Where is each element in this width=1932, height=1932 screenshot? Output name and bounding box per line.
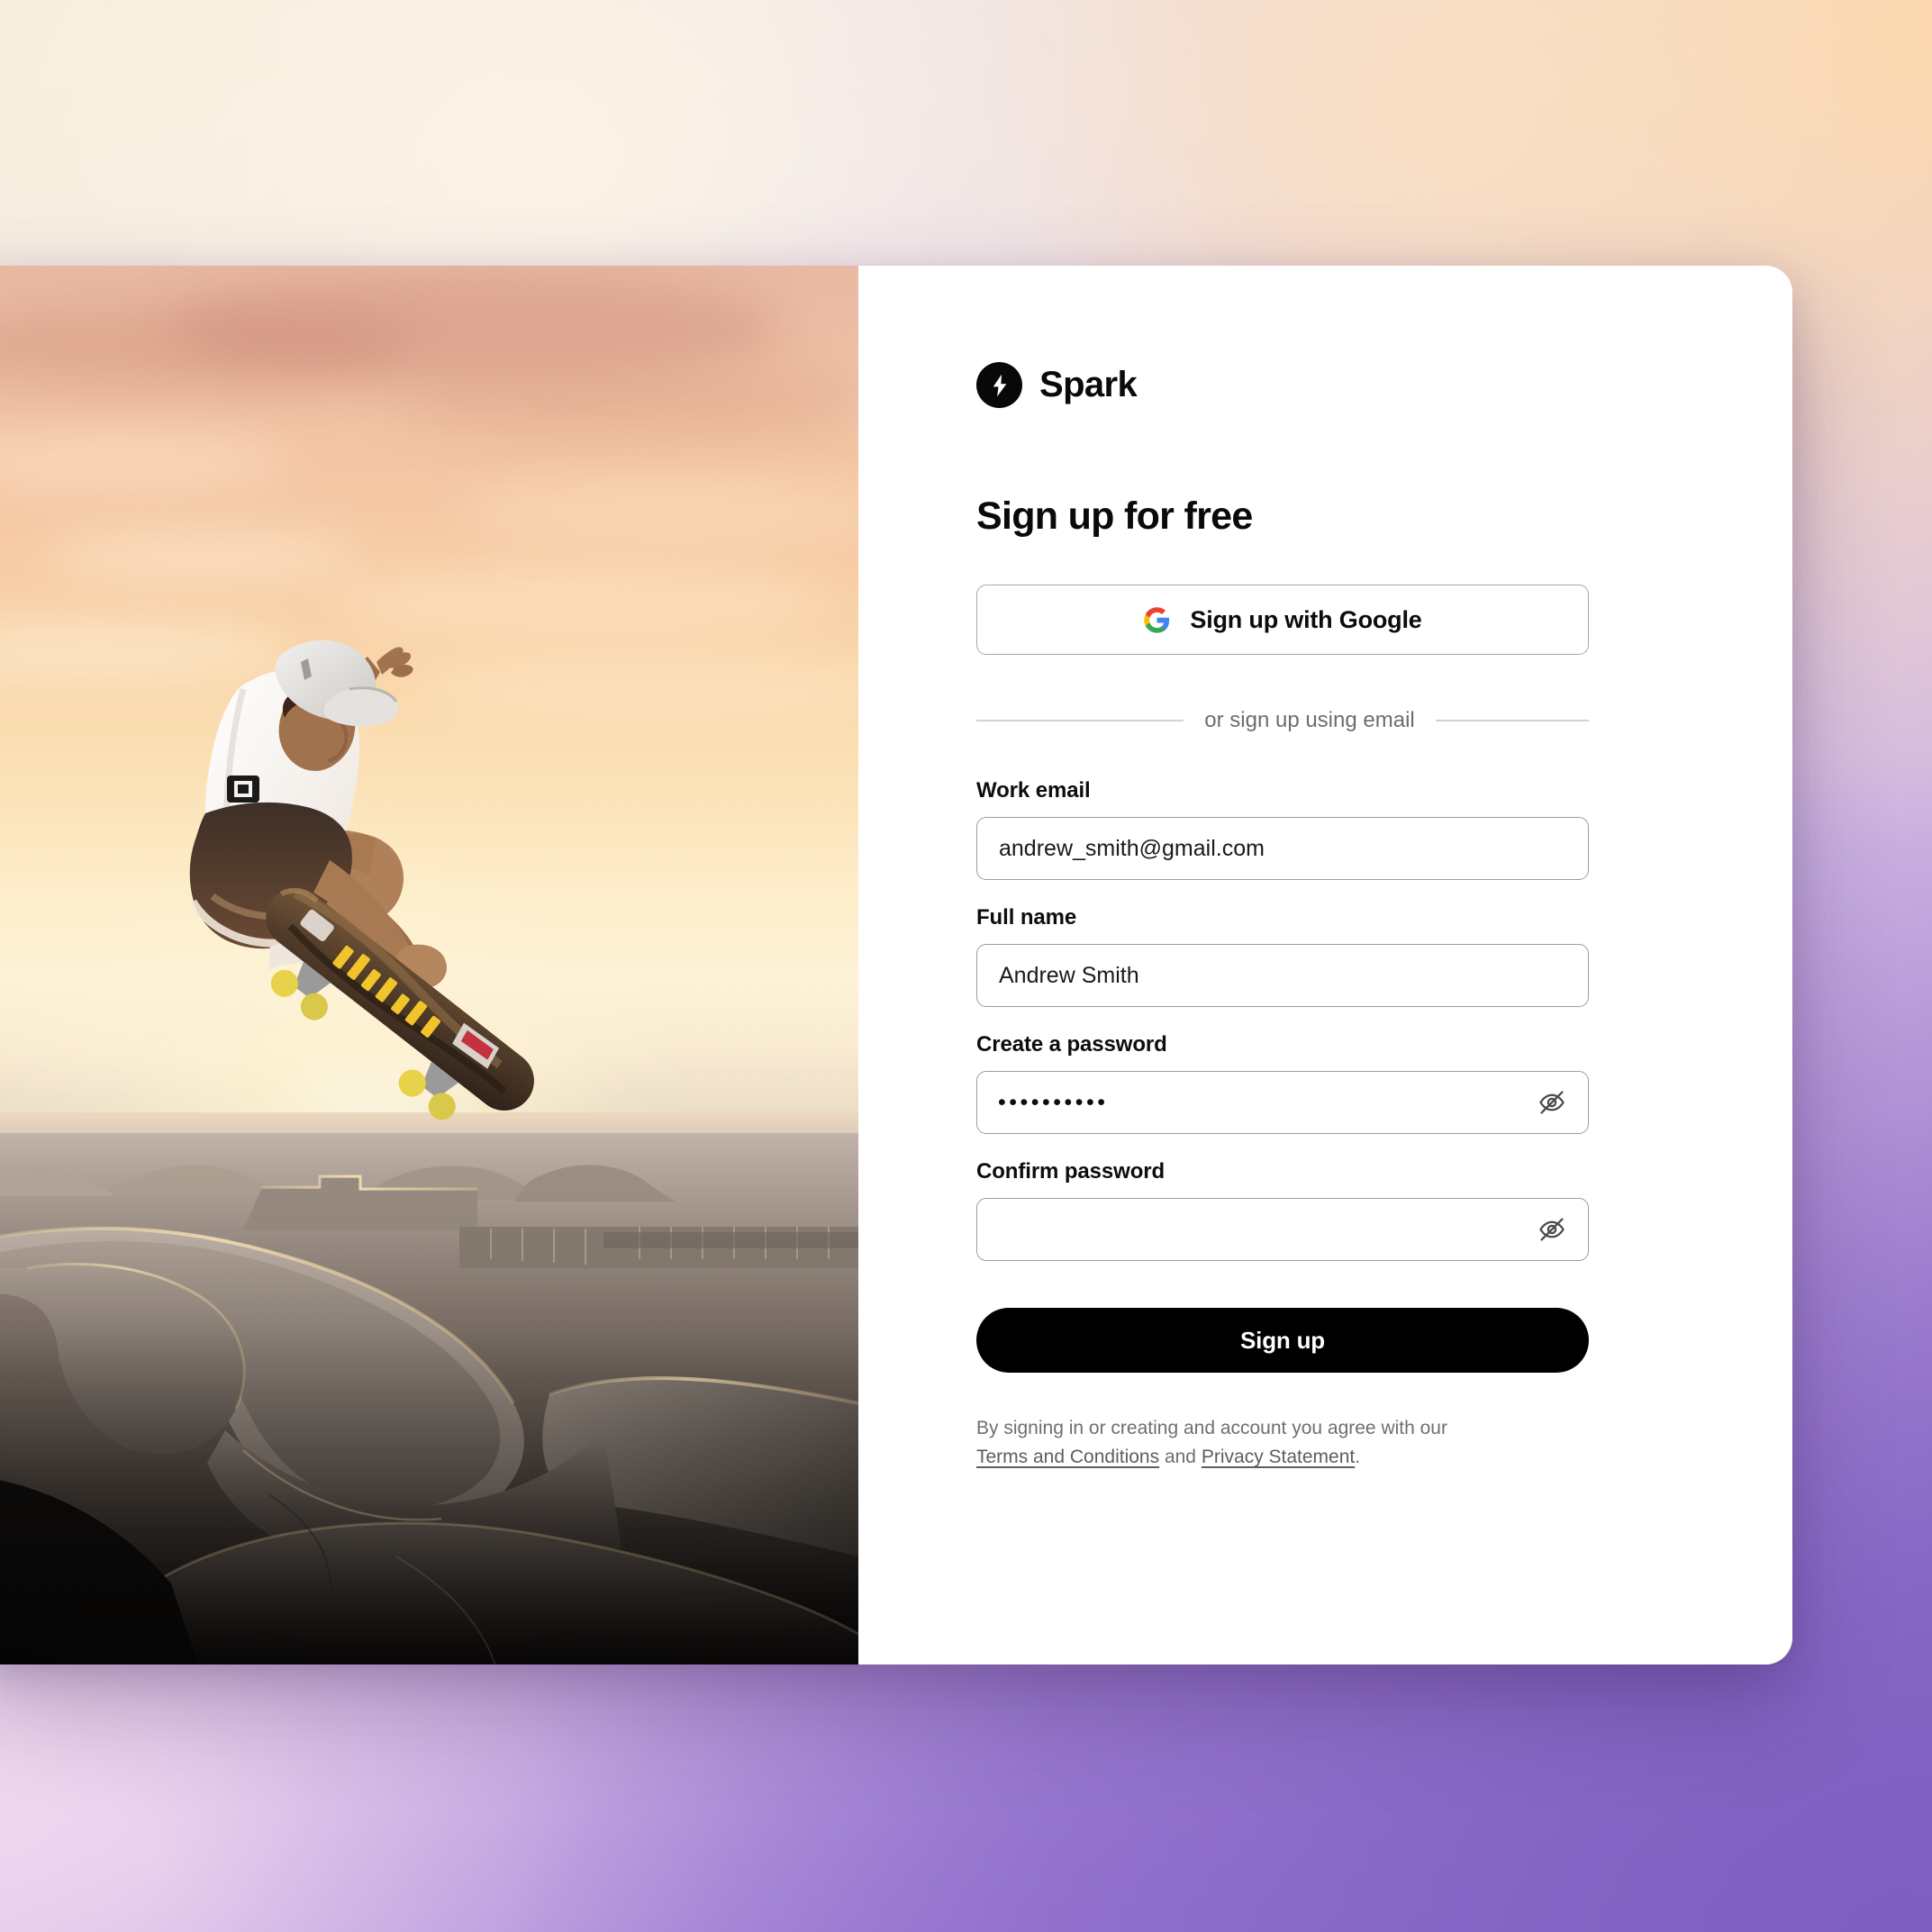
confirm-password-input[interactable] — [976, 1198, 1589, 1261]
legal-disclaimer: By signing in or creating and account yo… — [976, 1414, 1598, 1472]
lightning-bolt-icon — [976, 362, 1022, 408]
terms-and-conditions-link[interactable]: Terms and Conditions — [976, 1447, 1159, 1467]
field-create-password: Create a password •••••••••• — [976, 1032, 1589, 1134]
brand-name: Spark — [1039, 365, 1138, 404]
eye-off-icon[interactable] — [1533, 1084, 1571, 1121]
divider: or sign up using email — [976, 708, 1589, 733]
eye-off-icon[interactable] — [1533, 1211, 1571, 1248]
brand-lockup: Spark — [976, 362, 1589, 408]
divider-line-right — [1436, 720, 1589, 721]
field-full-name: Full name — [976, 905, 1589, 1007]
legal-conjunction: and — [1164, 1446, 1196, 1467]
create-password-input[interactable] — [976, 1071, 1589, 1134]
signup-card: Spark Sign up for free Sign up with Goog… — [0, 266, 1792, 1664]
sign-up-button[interactable]: Sign up — [976, 1308, 1589, 1373]
legal-period: . — [1355, 1446, 1361, 1467]
skatepark-bowls — [0, 1132, 858, 1664]
field-work-email: Work email — [976, 778, 1589, 880]
field-confirm-password: Confirm password — [976, 1159, 1589, 1261]
divider-line-left — [976, 720, 1184, 721]
work-email-input[interactable] — [976, 817, 1589, 880]
google-button-label: Sign up with Google — [1190, 605, 1422, 633]
full-name-input[interactable] — [976, 944, 1589, 1007]
hero-image — [0, 266, 858, 1664]
google-g-icon — [1143, 606, 1171, 634]
divider-label: or sign up using email — [1204, 708, 1415, 732]
legal-intro-text: By signing in or creating and account yo… — [976, 1418, 1447, 1438]
sign-up-with-google-button[interactable]: Sign up with Google — [976, 585, 1589, 655]
create-password-label: Create a password — [976, 1032, 1167, 1057]
confirm-password-label: Confirm password — [976, 1159, 1166, 1184]
signup-form-pane: Spark Sign up for free Sign up with Goog… — [858, 266, 1792, 1664]
full-name-label: Full name — [976, 905, 1077, 930]
work-email-label: Work email — [976, 778, 1091, 803]
page-title: Sign up for free — [976, 494, 1253, 538]
privacy-statement-link[interactable]: Privacy Statement — [1202, 1447, 1355, 1467]
